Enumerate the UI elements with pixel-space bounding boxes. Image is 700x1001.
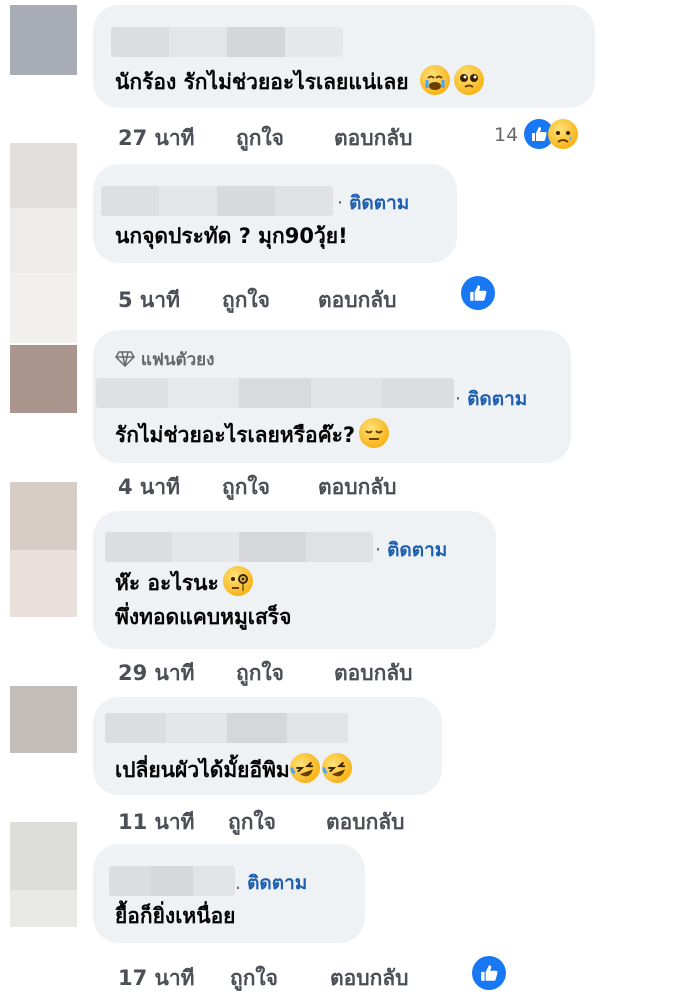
- diamond-icon: [115, 350, 135, 370]
- rolling-laughing-icon: [317, 748, 357, 788]
- reply-button[interactable]: ตอบกลับ: [334, 657, 413, 690]
- reply-button[interactable]: ตอบกลับ: [334, 122, 413, 155]
- avatar[interactable]: [10, 5, 77, 75]
- like-button[interactable]: ถูกใจ: [236, 657, 284, 690]
- commenter-name-redacted[interactable]: [105, 713, 348, 743]
- reply-button[interactable]: ตอบกลับ: [330, 962, 409, 995]
- comment-time[interactable]: 4 นาที: [118, 471, 180, 504]
- comment-time[interactable]: 17 นาที: [118, 962, 195, 995]
- like-reaction-icon[interactable]: [472, 956, 506, 994]
- like-button[interactable]: ถูกใจ: [222, 284, 270, 317]
- pleading-face-icon: [453, 65, 484, 95]
- like-button[interactable]: ถูกใจ: [236, 122, 284, 155]
- crying-face-icon: [419, 65, 450, 95]
- commenter-name-redacted[interactable]: [111, 27, 343, 57]
- relieved-face-icon: [359, 418, 390, 448]
- comment-bubble: เปลี่ยนผัวได้มั้ยอีพิม: [93, 697, 442, 795]
- commenter-name-redacted[interactable]: [109, 866, 235, 896]
- follow-button[interactable]: · ติดตาม: [455, 384, 527, 414]
- sad-reaction-icon: [548, 119, 579, 149]
- like-reaction-icon[interactable]: [461, 276, 495, 314]
- comment-time[interactable]: 27 นาที: [118, 122, 195, 155]
- comment-text: นักร้อง รักไม่ช่วยอะไรเลยแน่เลย: [115, 65, 484, 96]
- commenter-name-redacted[interactable]: [105, 532, 373, 562]
- commenter-name-redacted[interactable]: [96, 378, 454, 408]
- comment-text: ยื้อก็ยิ่งเหนื่อย: [115, 904, 236, 928]
- avatar[interactable]: [10, 482, 77, 617]
- reaction-summary[interactable]: 14: [494, 119, 579, 154]
- comment-bubble: · ติดตาม นกจุดประทัด ? มุก90วุ้ย!: [93, 164, 457, 263]
- comment-bubble: · ติดตาม ห๊ะ อะไรนะ พึ่งทอดแคบหมูเสร็จ: [93, 511, 496, 649]
- follow-button[interactable]: · ติดตาม: [337, 188, 409, 218]
- avatar[interactable]: [10, 822, 77, 927]
- comment-text: ห๊ะ อะไรนะ: [115, 566, 253, 597]
- comment-time[interactable]: 29 นาที: [118, 657, 195, 690]
- reaction-count: 14: [494, 124, 519, 146]
- comment-text: เปลี่ยนผัวได้มั้ยอีพิม: [115, 748, 357, 788]
- reply-button[interactable]: ตอบกลับ: [318, 471, 397, 504]
- avatar[interactable]: [10, 686, 77, 753]
- comment-bubble: . ติดตาม ยื้อก็ยิ่งเหนื่อย: [93, 844, 365, 943]
- reply-button[interactable]: ตอบกลับ: [318, 284, 397, 317]
- like-button[interactable]: ถูกใจ: [228, 806, 276, 839]
- comment-bubble: แฟนตัวยง · ติดตาม รักไม่ช่วยอะไรเลยหรือค…: [93, 330, 571, 463]
- rolling-laughing-icon: [285, 748, 325, 788]
- like-button[interactable]: ถูกใจ: [222, 471, 270, 504]
- comment-bubble: นักร้อง รักไม่ช่วยอะไรเลยแน่เลย: [93, 5, 595, 108]
- comment-time[interactable]: 11 นาที: [118, 806, 195, 839]
- comment-text: รักไม่ช่วยอะไรเลยหรือค๊ะ?: [115, 418, 390, 449]
- top-fan-badge[interactable]: แฟนตัวยง: [115, 346, 214, 373]
- monocle-face-icon: [222, 566, 253, 596]
- commenter-name-redacted[interactable]: [101, 186, 333, 216]
- avatar[interactable]: [10, 345, 77, 413]
- follow-button[interactable]: · ติดตาม: [375, 535, 447, 565]
- comment-time[interactable]: 5 นาที: [118, 284, 180, 317]
- reply-button[interactable]: ตอบกลับ: [326, 806, 405, 839]
- avatar[interactable]: [10, 143, 77, 343]
- comment-text: นกจุดประทัด ? มุก90วุ้ย!: [115, 224, 348, 248]
- like-button[interactable]: ถูกใจ: [230, 962, 278, 995]
- comment-text: พึ่งทอดแคบหมูเสร็จ: [115, 605, 292, 629]
- follow-button[interactable]: . ติดตาม: [235, 868, 307, 898]
